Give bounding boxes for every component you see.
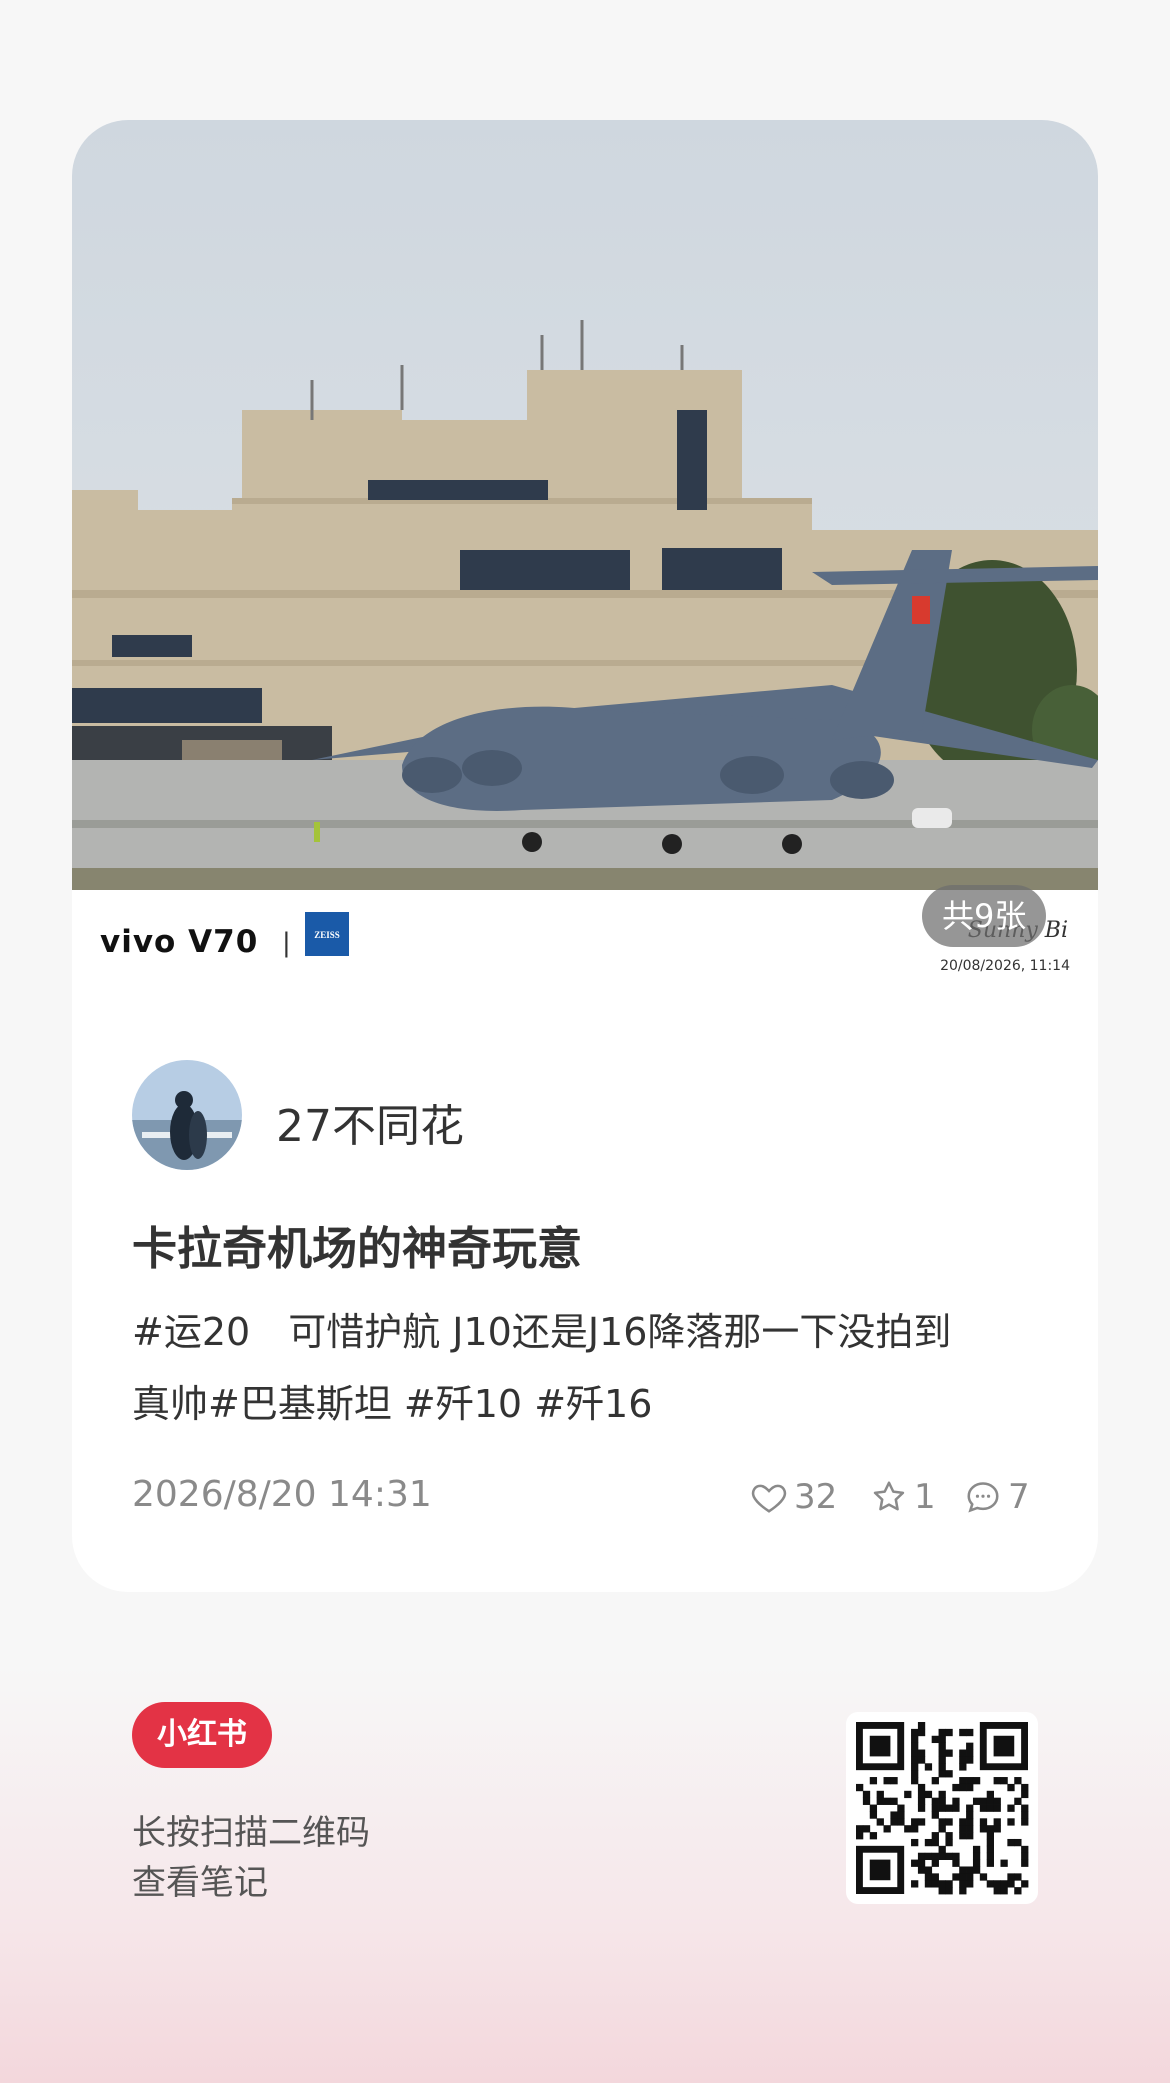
description-line: 真帅#巴基斯坦 #歼10 #歼16 bbox=[132, 1382, 653, 1426]
post-title: 卡拉奇机场的神奇玩意 bbox=[132, 1222, 583, 1275]
favorite-count: 1 bbox=[914, 1477, 936, 1517]
zeiss-logo-icon: ZEISS bbox=[305, 912, 349, 956]
star-icon bbox=[873, 1481, 905, 1511]
scan-line: 查看笔记 bbox=[132, 1863, 268, 1903]
svg-text:ZEISS: ZEISS bbox=[314, 930, 340, 940]
app-logo: 小红书 bbox=[132, 1702, 272, 1768]
post-description: #运20 可惜护航 J10还是J16降落那一下没拍到 真帅#巴基斯坦 #歼10 … bbox=[132, 1296, 1062, 1440]
post-photo[interactable] bbox=[72, 120, 1098, 890]
like-count: 32 bbox=[794, 1477, 838, 1517]
scan-line: 长按扫描二维码 bbox=[132, 1813, 370, 1853]
camera-brand: vivo V70 bbox=[100, 924, 259, 960]
description-line: #运20 可惜护航 J10还是J16降落那一下没拍到 bbox=[132, 1310, 952, 1354]
comment-count: 7 bbox=[1008, 1477, 1030, 1517]
favorite-button[interactable]: 1 bbox=[870, 1472, 936, 1522]
avatar[interactable] bbox=[132, 1060, 242, 1170]
image-count-badge: 共9张 bbox=[922, 885, 1047, 947]
like-button[interactable]: 32 bbox=[750, 1472, 837, 1522]
note-card[interactable]: vivo V70 | ZEISS Sunny Bi 20/08/2026, 11… bbox=[72, 120, 1098, 1592]
qr-code-icon[interactable] bbox=[846, 1712, 1038, 1904]
comment-button[interactable]: 7 bbox=[964, 1472, 1030, 1522]
comment-icon bbox=[967, 1482, 999, 1513]
heart-icon bbox=[751, 1484, 787, 1513]
watermark-separator: | bbox=[282, 928, 291, 958]
capture-datetime: 20/08/2026, 11:14 bbox=[940, 958, 1070, 974]
post-datetime: 2026/8/20 14:31 bbox=[132, 1474, 432, 1515]
post-meta-row: 2026/8/20 14:31 32 1 7 bbox=[132, 1472, 1038, 1522]
scan-instructions: 长按扫描二维码 查看笔记 bbox=[132, 1808, 370, 1908]
author-name[interactable]: 27不同花 bbox=[276, 1090, 464, 1154]
